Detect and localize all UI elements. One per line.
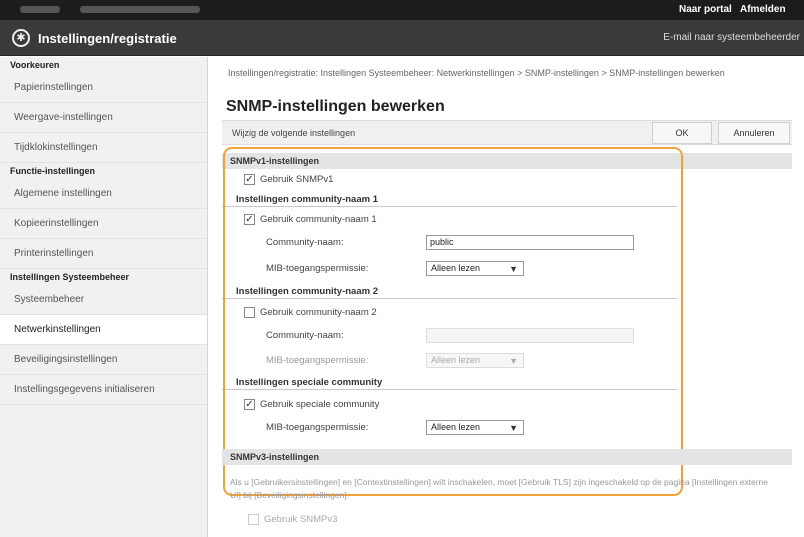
top-bar: Naar portal Afmelden xyxy=(0,0,804,20)
ok-button[interactable]: OK xyxy=(652,122,712,144)
community2-perm-value: Alleen lezen xyxy=(431,355,481,365)
sidebar-item-security-settings[interactable]: Beveiligingsinstellingen xyxy=(0,345,207,375)
use-snmpv3-checkbox[interactable] xyxy=(248,514,259,525)
sidebar-item-common-settings[interactable]: Algemene instellingen xyxy=(0,179,207,209)
use-community1-label: Gebruik community-naam 1 xyxy=(260,214,377,225)
sidebar-item-printer-settings[interactable]: Printerinstellingen xyxy=(0,239,207,269)
community1-perm-value: Alleen lezen xyxy=(431,263,481,273)
community2-heading: Instellingen community-naam 2 xyxy=(222,285,677,299)
app-header: ✱ Instellingen/registratie E-mail naar s… xyxy=(0,20,804,56)
snmpv1-section-title: SNMPv1-instellingen xyxy=(222,153,792,169)
toolbar-label: Wijzig de volgende instellingen xyxy=(232,128,356,138)
community2-name-label: Community-naam: xyxy=(266,330,344,341)
community2-perm-select[interactable]: Alleen lezen ▼ xyxy=(426,353,524,368)
cancel-button[interactable]: Annuleren xyxy=(718,122,790,144)
use-snmpv1-row: ✓ Gebruik SNMPv1 xyxy=(244,174,333,186)
chevron-down-icon: ▼ xyxy=(509,423,518,433)
sidebar-item-copy-settings[interactable]: Kopieerinstellingen xyxy=(0,209,207,239)
mail-admin-link[interactable]: E-mail naar systeembeheerder xyxy=(663,32,800,43)
chevron-down-icon: ▼ xyxy=(509,264,518,274)
use-special-community-row: ✓ Gebruik speciale community xyxy=(244,399,379,411)
use-snmpv1-label: Gebruik SNMPv1 xyxy=(260,174,334,185)
blurred-text xyxy=(80,6,200,13)
use-special-community-label: Gebruik speciale community xyxy=(260,399,380,410)
snmpv3-note: Als u [Gebruikersinstellingen] en [Conte… xyxy=(230,477,769,500)
use-community1-row: ✓ Gebruik community-naam 1 xyxy=(244,214,377,226)
sidebar-item-timer-settings[interactable]: Tijdklokinstellingen xyxy=(0,133,207,163)
page-title: SNMP-instellingen bewerken xyxy=(226,98,445,115)
portal-link[interactable]: Naar portal xyxy=(679,4,732,15)
blurred-text xyxy=(20,6,60,13)
toolbar: Wijzig de volgende instellingen OK Annul… xyxy=(222,120,792,145)
use-snmpv1-checkbox[interactable]: ✓ xyxy=(244,174,255,185)
use-community2-label: Gebruik community-naam 2 xyxy=(260,307,377,318)
logout-link[interactable]: Afmelden xyxy=(740,4,786,15)
main-content: Instellingen/registratie: Instellingen S… xyxy=(208,57,804,537)
special-community-heading: Instellingen speciale community xyxy=(222,376,677,390)
community1-perm-label: MIB-toegangspermissie: xyxy=(266,263,369,274)
sidebar-heading-preferences: Voorkeuren xyxy=(0,57,207,73)
use-snmpv3-label: Gebruik SNMPv3 xyxy=(264,514,338,525)
sidebar-heading-function-settings: Functie-instellingen xyxy=(0,163,207,179)
community2-name-input[interactable] xyxy=(426,328,634,343)
use-snmpv3-row: Gebruik SNMPv3 xyxy=(248,514,337,525)
sidebar-heading-management-settings: Instellingen Systeembeheer xyxy=(0,269,207,285)
snmpv3-section-title: SNMPv3-instellingen xyxy=(222,449,792,465)
chevron-down-icon: ▼ xyxy=(509,356,518,366)
special-perm-label: MIB-toegangspermissie: xyxy=(266,422,369,433)
community1-heading: Instellingen community-naam 1 xyxy=(222,193,677,207)
community1-name-label: Community-naam: xyxy=(266,237,344,248)
use-community2-checkbox[interactable] xyxy=(244,307,255,318)
special-perm-value: Alleen lezen xyxy=(431,422,481,432)
gear-wrench-icon: ✱ xyxy=(12,29,30,47)
community1-name-input[interactable]: public xyxy=(426,235,634,250)
community2-perm-label: MIB-toegangspermissie: xyxy=(266,355,369,366)
use-special-community-checkbox[interactable]: ✓ xyxy=(244,399,255,410)
sidebar: Voorkeuren Papierinstellingen Weergave-i… xyxy=(0,57,208,537)
sidebar-item-network-settings[interactable]: Netwerkinstellingen xyxy=(0,315,207,345)
sidebar-item-display-settings[interactable]: Weergave-instellingen xyxy=(0,103,207,133)
sidebar-item-paper-settings[interactable]: Papierinstellingen xyxy=(0,73,207,103)
use-community2-row: Gebruik community-naam 2 xyxy=(244,307,377,319)
special-perm-select[interactable]: Alleen lezen ▼ xyxy=(426,420,524,435)
use-community1-checkbox[interactable]: ✓ xyxy=(244,214,255,225)
sidebar-item-system-management[interactable]: Systeembeheer xyxy=(0,285,207,315)
breadcrumb: Instellingen/registratie: Instellingen S… xyxy=(228,68,725,78)
app-title: Instellingen/registratie xyxy=(38,31,177,46)
sidebar-item-initialize-settings[interactable]: Instellingsgegevens initialiseren xyxy=(0,375,207,405)
community1-perm-select[interactable]: Alleen lezen ▼ xyxy=(426,261,524,276)
